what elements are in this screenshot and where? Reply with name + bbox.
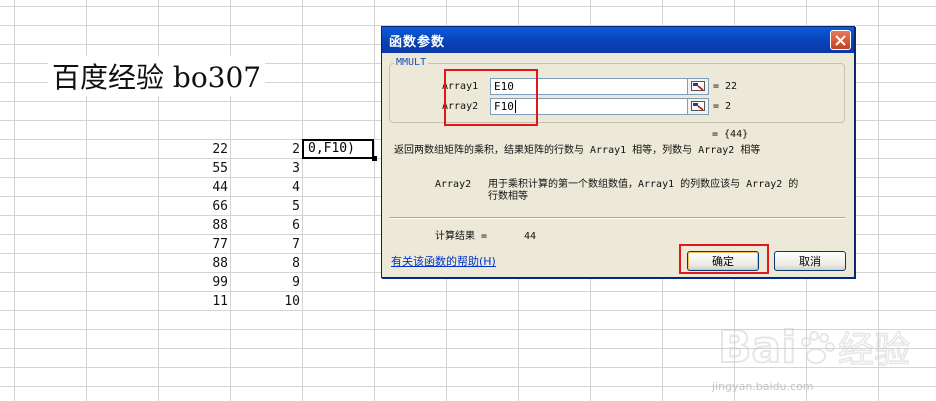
arg-result: = 22 (713, 80, 738, 92)
param-name: Array2 (435, 179, 472, 190)
overall-result: = {44} (712, 129, 749, 140)
cell-f[interactable]: 10 (240, 292, 300, 311)
cell-f[interactable]: 7 (240, 235, 300, 254)
function-help-link[interactable]: 有关该函数的帮助(H) (391, 253, 496, 269)
cell-e[interactable]: 88 (168, 254, 228, 273)
baidu-paw-logo: Bai 经验 (717, 321, 911, 374)
cell-e[interactable]: 88 (168, 216, 228, 235)
svg-text:Bai: Bai (718, 322, 796, 373)
collapse-dialog-button[interactable] (687, 77, 709, 95)
watermark-url: jingyan.baidu.com (712, 380, 814, 393)
cell-e[interactable]: 11 (168, 292, 228, 311)
calc-result-label: 计算结果 = (435, 231, 488, 242)
function-name-label: MMULT (394, 57, 429, 68)
highlight-box-ok (679, 244, 769, 274)
highlight-box-args (444, 69, 538, 126)
param-description-line2: 行数相等 (488, 191, 528, 202)
baidu-watermark: Bai 经验 (717, 316, 928, 380)
cell-e[interactable]: 22 (168, 140, 228, 159)
separator (389, 217, 845, 219)
cell-f[interactable]: 3 (240, 159, 300, 178)
dialog-title: 函数参数 (389, 34, 446, 50)
arg-result: = 2 (713, 100, 732, 112)
cell-f[interactable]: 4 (240, 178, 300, 197)
fill-handle[interactable] (372, 156, 377, 161)
range-select-icon (691, 81, 705, 91)
cancel-button[interactable]: 取消 (774, 251, 846, 271)
collapse-dialog-button[interactable] (687, 97, 709, 115)
cell-e[interactable]: 77 (168, 235, 228, 254)
dialog-titlebar[interactable]: 函数参数 (382, 27, 854, 53)
close-button[interactable] (830, 30, 851, 50)
function-description: 返回两数组矩阵的乘积，结果矩阵的行数与 Array1 相等，列数与 Array2… (394, 145, 761, 156)
cell-e[interactable]: 66 (168, 197, 228, 216)
cell-f[interactable]: 6 (240, 216, 300, 235)
function-arguments-dialog: 函数参数 MMULT Array1 E10 = 22 Array2 F10 = … (381, 26, 855, 278)
active-cell-editor[interactable]: 0,F10) (302, 139, 374, 159)
cell-f[interactable]: 8 (240, 254, 300, 273)
cell-f[interactable]: 9 (240, 273, 300, 292)
cell-f[interactable]: 5 (240, 197, 300, 216)
cell-e[interactable]: 55 (168, 159, 228, 178)
cell-f[interactable]: 2 (240, 140, 300, 159)
calc-result-value: 44 (524, 231, 537, 242)
close-icon (835, 34, 846, 46)
svg-text:经验: 经验 (838, 330, 910, 371)
cell-e[interactable]: 44 (168, 178, 228, 197)
param-description-line1: 用于乘积计算的第一个数组数值，Array1 的列数应该与 Array2 的 (488, 179, 799, 190)
sheet-title-text: 百度经验 bo307 (48, 56, 266, 96)
range-select-icon (691, 101, 705, 111)
cell-e[interactable]: 99 (168, 273, 228, 292)
